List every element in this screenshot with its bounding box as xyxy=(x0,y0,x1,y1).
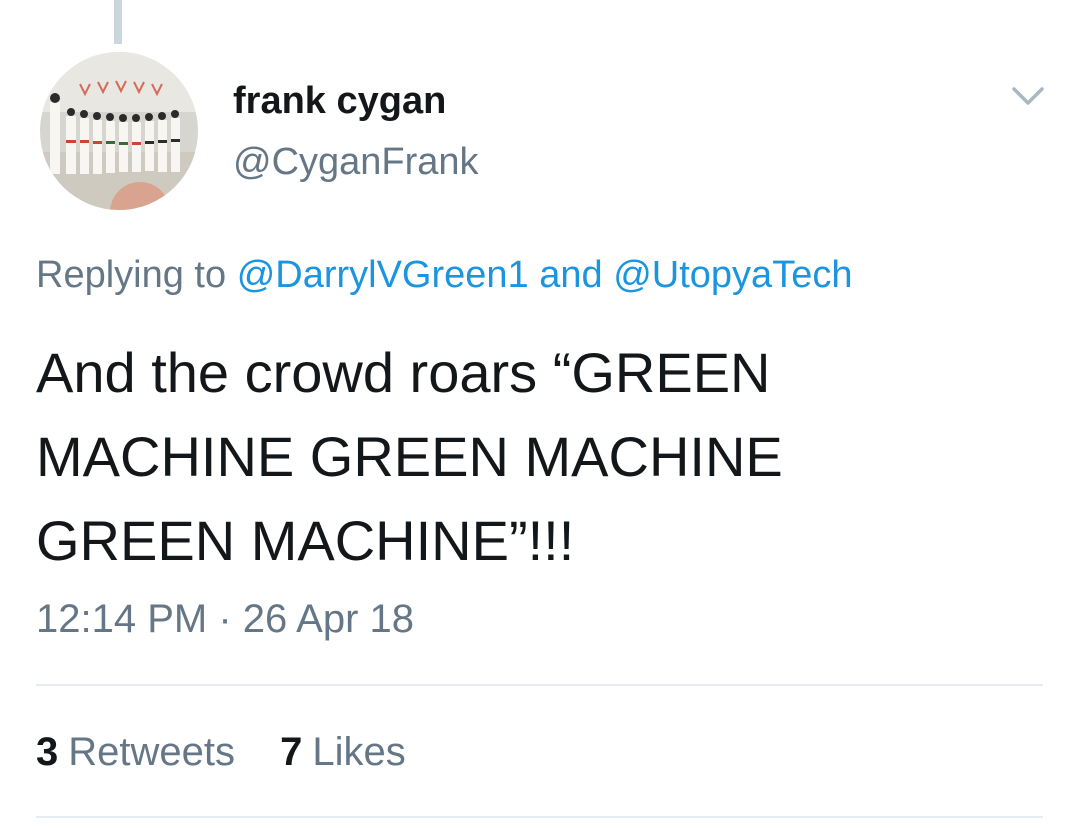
likes-label: Likes xyxy=(312,730,406,774)
reply-context: Replying to @DarrylVGreen1 and @UtopyaTe… xyxy=(36,254,852,297)
likes-count: 7 xyxy=(280,730,303,774)
divider xyxy=(36,684,1043,686)
retweets-stat[interactable]: 3 Retweets xyxy=(36,730,235,775)
tweet-text-line: GREEN MACHINE”!!! xyxy=(36,509,575,572)
chevron-down-icon[interactable] xyxy=(1010,82,1046,110)
tweet-timestamp[interactable]: 12:14 PM · 26 Apr 18 xyxy=(36,597,414,642)
retweets-label: Retweets xyxy=(68,730,235,774)
avatar-photo xyxy=(40,52,198,210)
retweets-count: 3 xyxy=(36,730,59,774)
likes-stat[interactable]: 7 Likes xyxy=(280,730,406,775)
avatar[interactable] xyxy=(40,52,198,210)
reply-prefix: Replying to xyxy=(36,254,227,296)
tweet-text-line: MACHINE GREEN MACHINE xyxy=(36,425,783,488)
display-name[interactable]: frank cygan xyxy=(233,80,446,123)
tweet-stats: 3 Retweets 7 Likes xyxy=(36,730,440,775)
reply-mention-darrylvgreen1[interactable]: @DarrylVGreen1 xyxy=(237,254,529,296)
reply-joiner[interactable]: and xyxy=(539,254,602,296)
tweet-text: And the crowd roars “GREEN MACHINE GREEN… xyxy=(36,331,996,583)
thread-connector-line xyxy=(114,0,122,44)
reply-mention-utopyatech[interactable]: @UtopyaTech xyxy=(613,254,852,296)
tweet-text-line: And the crowd roars “GREEN xyxy=(36,341,771,404)
user-handle[interactable]: @CyganFrank xyxy=(233,141,479,184)
divider xyxy=(36,816,1043,818)
